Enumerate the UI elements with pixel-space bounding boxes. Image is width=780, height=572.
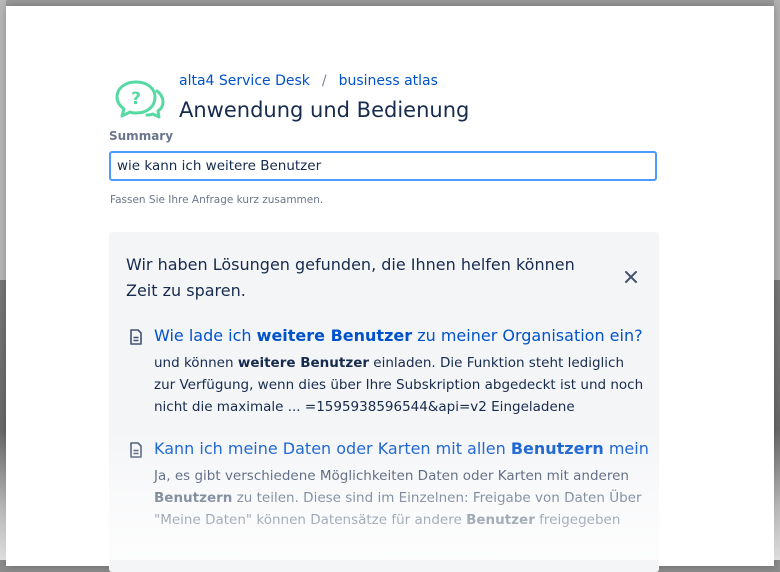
highlighted-term: weitere Benutzer xyxy=(257,326,412,345)
suggestion-excerpt: Ja, es gibt verschiedene Möglichkeiten D… xyxy=(154,465,649,531)
page-title: Anwendung und Bedienung xyxy=(179,97,469,123)
text-segment: Wie lade ich xyxy=(154,326,257,345)
text-segment: zu meiner Organisation ein? xyxy=(412,326,642,345)
suggestions-header: Wir haben Lösungen gefunden, die Ihnen h… xyxy=(126,252,606,304)
suggestion-title-link[interactable]: Wie lade ich weitere Benutzer zu meiner … xyxy=(154,325,649,347)
text-segment: Ja, es gibt verschiedene Möglichkeiten D… xyxy=(154,468,629,484)
breadcrumb-separator: / xyxy=(322,72,327,90)
svg-text:?: ? xyxy=(131,89,141,109)
suggestion-result: Wie lade ich weitere Benutzer zu meiner … xyxy=(129,325,649,418)
breadcrumb-service-desk-link[interactable]: alta4 Service Desk xyxy=(179,72,310,90)
suggestion-result: Kann ich meine Daten oder Karten mit all… xyxy=(129,438,649,531)
breadcrumb: alta4 Service Desk / business atlas xyxy=(179,72,469,90)
breadcrumb-project-link[interactable]: business atlas xyxy=(339,72,438,90)
header-titles: alta4 Service Desk / business atlas Anwe… xyxy=(179,72,469,123)
background-edge-right xyxy=(774,0,780,280)
text-segment: und können xyxy=(154,355,238,371)
summary-input[interactable] xyxy=(109,151,657,181)
document-icon xyxy=(129,329,143,345)
highlighted-term: Benutzer xyxy=(466,512,535,528)
highlighted-term: Benutzern xyxy=(154,490,232,506)
suggestion-excerpt: und können weitere Benutzer einladen. Di… xyxy=(154,352,649,418)
close-icon[interactable] xyxy=(622,268,640,286)
chat-question-bubbles-icon: ? xyxy=(114,78,166,122)
highlighted-term: Benutzern xyxy=(511,439,604,458)
document-icon xyxy=(129,442,143,458)
suggestion-title-link[interactable]: Kann ich meine Daten oder Karten mit all… xyxy=(154,438,649,460)
text-segment: Kann ich meine Daten oder Karten mit all… xyxy=(154,439,511,458)
summary-helper-text: Fassen Sie Ihre Anfrage kurz zusammen. xyxy=(110,194,323,206)
summary-label: Summary xyxy=(109,129,173,143)
suggestions-panel: Wir haben Lösungen gefunden, die Ihnen h… xyxy=(109,232,659,572)
portal-header: ? alta4 Service Desk / business atlas An… xyxy=(114,72,469,123)
text-segment: freigegeben xyxy=(535,512,621,528)
text-segment: meiner xyxy=(604,439,649,458)
highlighted-term: weitere Benutzer xyxy=(238,355,369,371)
